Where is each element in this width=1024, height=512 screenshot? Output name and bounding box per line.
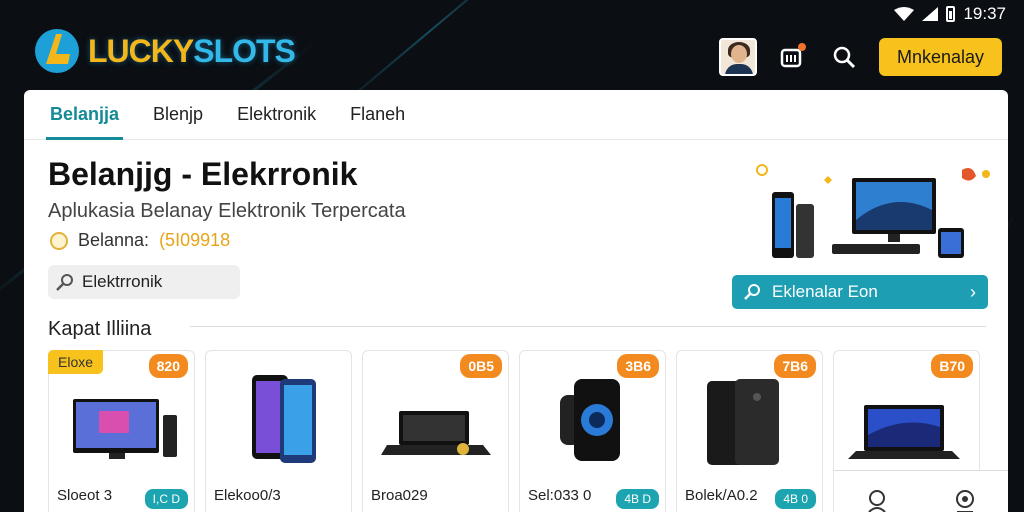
battery-icon bbox=[946, 6, 956, 22]
product-name: Bolek/A0.2 bbox=[685, 487, 758, 504]
product-tag: 4B 0 bbox=[775, 489, 816, 509]
logo-icon bbox=[35, 29, 79, 73]
profile-icon[interactable] bbox=[952, 488, 978, 512]
search-icon bbox=[56, 274, 73, 291]
balance-value: (5I09918 bbox=[159, 230, 231, 250]
tab-bar: Belanjja Blenjp Elektronik Flaneh bbox=[24, 90, 1008, 140]
chevron-right-icon: › bbox=[970, 281, 976, 302]
header-cta-button[interactable]: Mnkenalay bbox=[878, 38, 1002, 76]
product-name: Elekoo0/3 bbox=[214, 487, 281, 504]
promo-button[interactable]: Eklenalar Eon › bbox=[732, 275, 988, 309]
page-title: Belanjjg - Elekrronik bbox=[48, 156, 358, 192]
promo-label: Eklenalar Eon bbox=[772, 282, 878, 301]
avatar[interactable] bbox=[718, 38, 757, 76]
product-name: Broa029 bbox=[371, 487, 428, 504]
product-card[interactable]: 3B6 Sel:033 0 4B D bbox=[519, 350, 666, 512]
electronics-illustration bbox=[756, 164, 990, 258]
tab-elektronik[interactable]: Elektronik bbox=[237, 90, 316, 140]
product-card[interactable]: Eloxe 820 Sloeot 3 I,C D bbox=[48, 350, 195, 512]
product-ribbon: Eloxe bbox=[48, 350, 104, 374]
laptop-icon bbox=[848, 405, 960, 459]
product-card[interactable]: Elekoo0/3 bbox=[205, 350, 352, 512]
bottom-nav bbox=[834, 470, 1008, 512]
app-logo[interactable]: LUCKYSLOTS bbox=[32, 26, 296, 76]
tv-icon bbox=[73, 399, 177, 459]
header-actions: Mnkenalay bbox=[718, 38, 1002, 76]
search-button[interactable] bbox=[827, 40, 861, 74]
smartphone-icon bbox=[707, 379, 779, 465]
product-name: Sloeot 3 bbox=[57, 487, 113, 504]
section-title: Kapat Illiina bbox=[48, 318, 152, 340]
balance-label: Belanna: bbox=[78, 230, 150, 250]
coin-icon bbox=[50, 231, 68, 250]
notification-dot bbox=[797, 43, 806, 51]
main-card: Belanjja Blenjp Elektronik Flaneh Belanj… bbox=[24, 90, 1008, 512]
tab-blenjp[interactable]: Blenjp bbox=[153, 90, 203, 140]
product-card[interactable]: 0B5 Broa029 bbox=[362, 350, 509, 512]
search-input[interactable]: Elektrronik bbox=[48, 265, 240, 299]
search-icon[interactable] bbox=[865, 488, 891, 512]
signal-icon bbox=[922, 7, 939, 21]
status-time: 19:37 bbox=[963, 4, 1006, 23]
page-subtitle: Aplukasia Belanay Elektronik Terpercata bbox=[48, 200, 406, 222]
section-divider bbox=[190, 326, 986, 327]
product-tag: 4B D bbox=[616, 489, 659, 509]
balance-row: Belanna: (5I09918 bbox=[50, 230, 230, 251]
tab-flaneh[interactable]: Flaneh bbox=[350, 90, 405, 140]
logo-text: LUCKYSLOTS bbox=[88, 32, 296, 69]
smartphone-icon bbox=[252, 375, 316, 463]
status-bar: 19:37 bbox=[894, 4, 1006, 24]
tag-icon bbox=[744, 284, 760, 300]
smartwatch-icon bbox=[560, 379, 620, 461]
laptop-icon bbox=[381, 411, 491, 455]
search-icon bbox=[833, 46, 856, 69]
tab-belanja[interactable]: Belanjja bbox=[45, 90, 124, 140]
notification-button[interactable] bbox=[775, 40, 809, 74]
wifi-icon bbox=[894, 7, 915, 21]
product-card[interactable]: 7B6 Bolek/A0.2 4B 0 bbox=[676, 350, 823, 512]
product-name: Sel:033 0 bbox=[528, 487, 592, 504]
search-value: Elektrronik bbox=[82, 272, 163, 291]
product-tag: I,C D bbox=[144, 489, 188, 509]
